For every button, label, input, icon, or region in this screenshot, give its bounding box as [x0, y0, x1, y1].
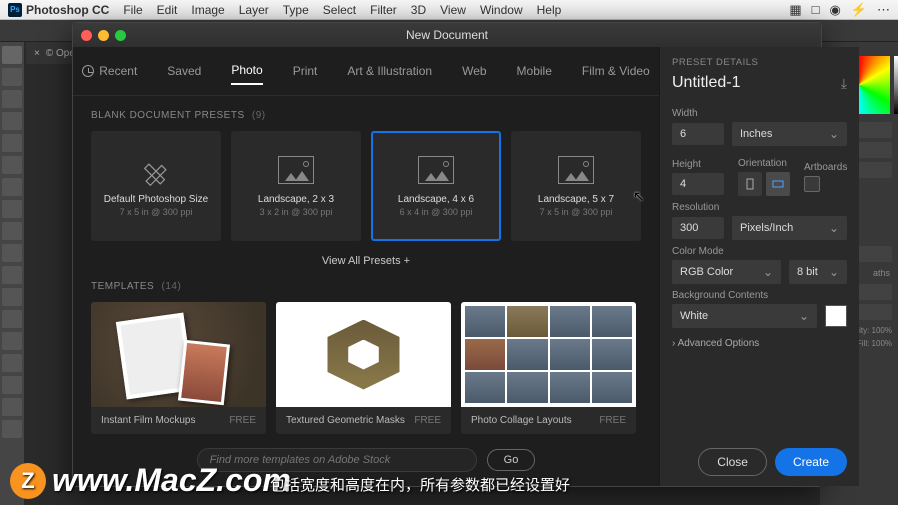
menubar-status-icons: ▦□◉⚡⋯ — [789, 2, 890, 18]
close-button[interactable]: Close — [698, 448, 767, 476]
save-preset-icon[interactable]: ⤓ — [841, 75, 847, 92]
dialog-titlebar: New Document — [73, 23, 821, 47]
clock-icon — [82, 65, 94, 77]
preset-details-header: PRESET DETAILS — [672, 57, 847, 68]
menu-file[interactable]: File — [123, 3, 142, 17]
orientation-portrait-button[interactable] — [738, 172, 762, 196]
template-thumbnail — [461, 302, 636, 407]
background-contents-label: Background Contents — [672, 290, 847, 301]
tab-film-video[interactable]: Film & Video — [582, 57, 650, 85]
template-textured-geometric-masks[interactable]: Textured Geometric MasksFREE — [276, 302, 451, 434]
tab-art-illustration[interactable]: Art & Illustration — [347, 57, 432, 85]
artboards-label: Artboards — [804, 162, 847, 173]
category-tabs: Recent Saved Photo Print Art & Illustrat… — [73, 47, 659, 96]
image-icon — [418, 156, 454, 184]
width-input[interactable] — [672, 123, 724, 145]
app-logo: PsPhotoshop CC — [8, 3, 109, 17]
go-button[interactable]: Go — [487, 449, 536, 471]
minimize-window-icon[interactable] — [98, 30, 109, 41]
menu-window[interactable]: Window — [480, 3, 523, 17]
pencil-ruler-icon — [138, 156, 174, 184]
preset-landscape-5x7[interactable]: Landscape, 5 x 7 7 x 5 in @ 300 ppi — [511, 131, 641, 241]
menu-view[interactable]: View — [440, 3, 466, 17]
template-instant-film-mockups[interactable]: Instant Film MockupsFREE — [91, 302, 266, 434]
background-swatch[interactable] — [825, 305, 847, 327]
color-depth-select[interactable]: 8 bit — [789, 260, 847, 284]
resolution-unit-select[interactable]: Pixels/Inch — [732, 216, 847, 240]
menu-type[interactable]: Type — [283, 3, 309, 17]
preset-landscape-4x6[interactable]: Landscape, 4 x 6 6 x 4 in @ 300 ppi — [371, 131, 501, 241]
preset-details-panel: PRESET DETAILS Untitled-1 ⤓ Width Inches… — [659, 47, 859, 486]
tab-mobile[interactable]: Mobile — [517, 57, 552, 85]
tab-recent[interactable]: Recent — [82, 57, 137, 85]
menu-help[interactable]: Help — [537, 3, 562, 17]
dialog-title: New Document — [406, 28, 488, 42]
close-window-icon[interactable] — [81, 30, 92, 41]
template-thumbnail — [276, 302, 451, 407]
resolution-input[interactable] — [672, 217, 724, 239]
image-icon — [278, 156, 314, 184]
width-unit-select[interactable]: Inches — [732, 122, 847, 146]
resolution-label: Resolution — [672, 202, 847, 213]
orientation-label: Orientation — [738, 158, 790, 169]
preset-landscape-2x3[interactable]: Landscape, 2 x 3 3 x 2 in @ 300 ppi — [231, 131, 361, 241]
search-stock-input[interactable] — [197, 448, 477, 472]
tools-panel[interactable] — [0, 42, 24, 505]
color-mode-label: Color Mode — [672, 246, 847, 257]
height-input[interactable] — [672, 173, 724, 195]
tab-saved[interactable]: Saved — [167, 57, 201, 85]
document-title-field[interactable]: Untitled-1 — [672, 74, 740, 92]
menu-image[interactable]: Image — [191, 3, 224, 17]
orientation-landscape-button[interactable] — [766, 172, 790, 196]
height-label: Height — [672, 159, 724, 170]
menu-select[interactable]: Select — [323, 3, 356, 17]
menu-filter[interactable]: Filter — [370, 3, 397, 17]
create-button[interactable]: Create — [775, 448, 847, 476]
template-photo-collage-layouts[interactable]: Photo Collage LayoutsFREE — [461, 302, 636, 434]
menu-edit[interactable]: Edit — [157, 3, 178, 17]
background-contents-select[interactable]: White — [672, 304, 817, 328]
width-label: Width — [672, 108, 847, 119]
presets-section-header: BLANK DOCUMENT PRESETS (9) — [91, 110, 641, 121]
menu-layer[interactable]: Layer — [239, 3, 269, 17]
tab-print[interactable]: Print — [293, 57, 318, 85]
menu-3d[interactable]: 3D — [411, 3, 426, 17]
template-thumbnail — [91, 302, 266, 407]
tab-web[interactable]: Web — [462, 57, 486, 85]
templates-section-header: TEMPLATES (14) — [91, 281, 641, 292]
advanced-options-toggle[interactable]: Advanced Options — [672, 338, 847, 349]
zoom-window-icon[interactable] — [115, 30, 126, 41]
preset-default-photoshop-size[interactable]: Default Photoshop Size 7 x 5 in @ 300 pp… — [91, 131, 221, 241]
color-mode-select[interactable]: RGB Color — [672, 260, 781, 284]
tab-photo[interactable]: Photo — [231, 57, 262, 85]
image-icon — [558, 156, 594, 184]
window-controls[interactable] — [81, 30, 406, 41]
artboards-checkbox[interactable] — [804, 176, 820, 192]
view-all-presets-button[interactable]: View All Presets + — [91, 255, 641, 267]
new-document-dialog: New Document Recent Saved Photo Print Ar… — [72, 22, 822, 487]
mac-menubar: PsPhotoshop CC File Edit Image Layer Typ… — [0, 0, 898, 20]
